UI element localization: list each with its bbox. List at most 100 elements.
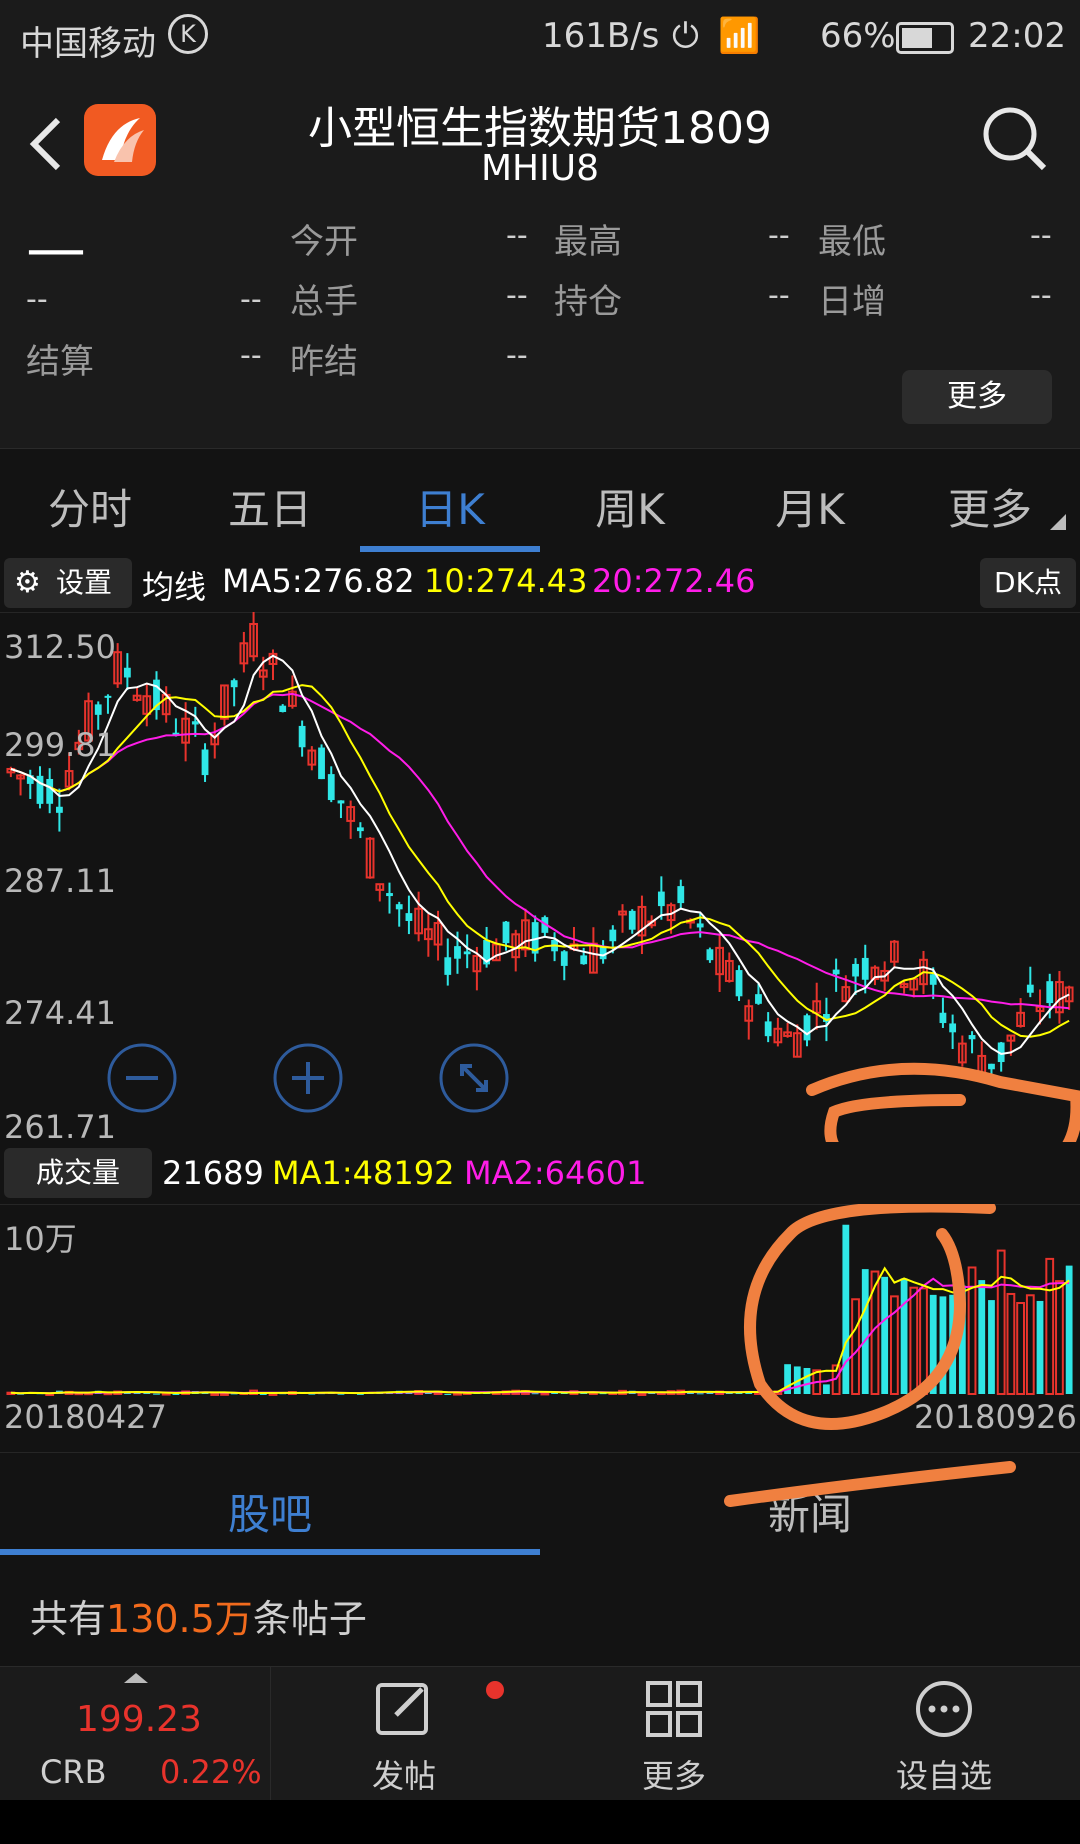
candle-body <box>852 963 859 977</box>
candle-body <box>444 957 452 975</box>
triangle-icon <box>1050 514 1066 530</box>
candle-body <box>949 1023 957 1033</box>
search-icon[interactable] <box>980 104 1050 174</box>
candle-body <box>764 1021 772 1037</box>
wifi-icon: ⏻ <box>672 16 699 56</box>
candle-body <box>337 800 345 804</box>
candle-body <box>755 994 762 1004</box>
tab-daily-k[interactable]: 日K <box>360 476 540 537</box>
more-nav-label: 更多 <box>641 1757 706 1795</box>
highlight-scribble <box>806 1062 1080 1142</box>
volume-ma1: MA1:48192 <box>272 1154 455 1192</box>
volume-bar-rect <box>803 1367 811 1394</box>
candlestick-chart[interactable]: 312.50 299.81 287.11 274.41 261.71 <box>0 612 1080 1146</box>
candle-body <box>395 904 403 910</box>
volume-bar-rect <box>900 1278 908 1394</box>
battery-icon <box>896 22 954 54</box>
tab-monthly-k[interactable]: 月K <box>720 476 900 537</box>
y-tick-3: 287.11 <box>4 862 116 900</box>
volume-bar-rect <box>1045 1257 1055 1395</box>
candle-body <box>94 704 102 715</box>
dk-point-button[interactable]: DK点 <box>980 558 1076 608</box>
candle-body <box>230 680 238 688</box>
open-label: 今开 <box>290 222 358 262</box>
tab-five-day[interactable]: 五日 <box>180 476 360 537</box>
ma10-value: 10:274.43 <box>424 562 588 600</box>
watchlist-label: 设自选 <box>895 1757 992 1795</box>
high-value: -- <box>768 218 790 253</box>
candle-body <box>46 778 54 804</box>
position-label: 持仓 <box>554 282 622 322</box>
candle-body <box>560 951 568 966</box>
volume-bar: 成交量 21689 MA1:48192 MA2:64601 <box>0 1144 1080 1205</box>
low-value: -- <box>1030 218 1052 253</box>
volume-bar-rect <box>172 1393 180 1395</box>
post-count-suffix: 条帖子 <box>252 1597 367 1641</box>
volume-chart[interactable]: 10万 20180427 20180926 <box>0 1204 1080 1448</box>
x-end-date: 20180926 <box>914 1398 1077 1436</box>
candle-body <box>327 774 335 801</box>
volume-bar-rect <box>988 1300 995 1394</box>
price-change-pct: -- <box>240 282 262 317</box>
volume-bar-rect <box>1055 1280 1064 1395</box>
candle-body <box>463 951 471 955</box>
volume-button[interactable]: 成交量 <box>4 1148 152 1198</box>
volume-bar-rect <box>540 1392 550 1396</box>
volume-bar-rect <box>1065 1265 1073 1394</box>
volume-bar-rect <box>919 1287 928 1395</box>
carrier: 中国移动 <box>20 24 156 64</box>
candle-body <box>318 747 325 780</box>
volume-value: 21689 <box>162 1154 264 1192</box>
settle-label: 结算 <box>26 342 94 382</box>
post-count-prefix: 共有 <box>30 1597 107 1641</box>
post-count-number: 130.5万 <box>106 1597 253 1641</box>
candle-body <box>191 721 199 725</box>
system-nav-bar <box>0 1800 1080 1844</box>
candle-body <box>1026 984 1034 993</box>
volume-bar-rect <box>153 1393 160 1395</box>
quote-more-button[interactable]: 更多 <box>902 370 1052 424</box>
volume-bar-rect <box>1016 1302 1025 1395</box>
volume-bar-rect <box>220 1392 229 1396</box>
content-tab-underline <box>0 1549 540 1555</box>
index-ticker[interactable]: 199.23 CRB 0.22% <box>0 1667 271 1801</box>
add-watchlist-button[interactable]: 设自选 <box>844 1667 1044 1801</box>
candle-body <box>706 949 714 961</box>
candle-body <box>657 891 665 907</box>
settings-button[interactable]: ⚙ 设置 <box>4 558 132 608</box>
tab-weekly-k[interactable]: 周K <box>540 476 720 537</box>
prev-settle-label: 昨结 <box>290 342 358 382</box>
y-tick-5: 261.71 <box>4 1108 116 1146</box>
candle-body <box>123 667 131 678</box>
volume-bar-rect <box>842 1224 850 1394</box>
candle-body <box>1046 981 1054 1004</box>
volume-bar-rect <box>696 1393 704 1395</box>
tab-forum[interactable]: 股吧 <box>0 1481 540 1542</box>
candle-body <box>405 913 413 921</box>
post-button[interactable]: 发帖 <box>304 1667 504 1801</box>
candle-body <box>988 1063 995 1070</box>
candle-body <box>832 969 840 975</box>
volume-bar-rect <box>531 1393 539 1395</box>
fullscreen-icon[interactable] <box>438 1042 510 1114</box>
candle-body <box>580 955 588 965</box>
candle-body <box>298 725 306 748</box>
high-label: 最高 <box>554 222 622 262</box>
page-title: 小型恒生指数期货1809 <box>308 103 772 154</box>
open-value: -- <box>506 218 528 253</box>
last-price: — <box>26 214 86 284</box>
candle-body <box>201 749 209 776</box>
volume-bar-rect <box>210 1392 220 1396</box>
y-tick-1: 312.50 <box>4 628 116 666</box>
y-tick-2: 299.81 <box>4 726 116 764</box>
header: 小型恒生指数期货1809 MHIU8 <box>0 74 1080 214</box>
notification-dot <box>486 1681 504 1699</box>
position-value: -- <box>768 278 790 313</box>
zoom-out-icon[interactable] <box>106 1042 178 1114</box>
volume-bar-rect <box>978 1280 986 1394</box>
volume-bar-rect <box>851 1298 860 1395</box>
more-nav-button[interactable]: 更多 <box>574 1667 774 1801</box>
tab-intraday[interactable]: 分时 <box>0 476 180 537</box>
ma5-line <box>10 654 1070 1056</box>
zoom-in-icon[interactable] <box>272 1042 344 1114</box>
